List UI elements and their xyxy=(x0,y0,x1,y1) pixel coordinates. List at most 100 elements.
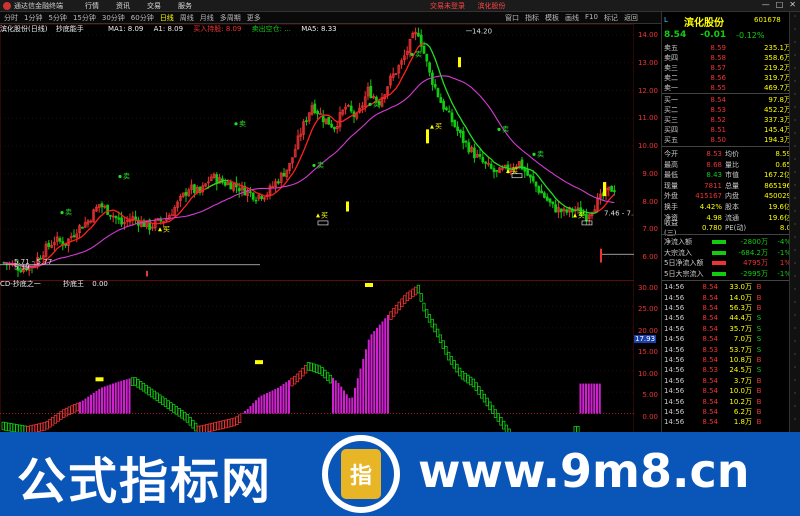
side-tab-icon[interactable]: · xyxy=(790,194,800,207)
side-tab-icon[interactable]: · xyxy=(790,129,800,142)
ask-volume: 358.6万 xyxy=(763,54,791,62)
side-tab-icon[interactable]: · xyxy=(790,12,800,25)
side-tab-icon[interactable]: · xyxy=(790,38,800,51)
indicator-chart[interactable] xyxy=(0,280,634,435)
stat-label: 股本 xyxy=(725,203,739,211)
side-tab-icon[interactable]: · xyxy=(790,389,800,402)
period-tab[interactable]: 多周期 xyxy=(220,13,241,23)
side-tab-icon[interactable]: · xyxy=(790,64,800,77)
flow-value: -2800万 xyxy=(740,238,768,246)
login-status-link[interactable]: 交易未登录 xyxy=(430,2,465,10)
candle-body xyxy=(436,88,440,98)
period-tab[interactable]: 5分钟 xyxy=(48,13,66,23)
minimize-icon[interactable]: — xyxy=(762,0,770,9)
side-tab-icon[interactable]: · xyxy=(790,181,800,194)
tool-button[interactable]: F10 xyxy=(585,13,598,23)
menu-item-news[interactable]: 资讯 xyxy=(116,1,130,11)
stock-link[interactable]: 滨化股份 xyxy=(478,2,506,10)
side-tab-icon[interactable]: · xyxy=(790,51,800,64)
side-tab-icon[interactable]: · xyxy=(790,233,800,246)
side-tab-icon[interactable]: · xyxy=(790,168,800,181)
side-tab-icon[interactable]: · xyxy=(790,415,800,428)
period-tab[interactable]: 1分钟 xyxy=(24,13,42,23)
sub-indicator-label[interactable]: CD-抄底之一 xyxy=(0,280,41,288)
kline-chart[interactable]: 14.205.395.71 - 5.777.46 - 7.55卖卖卖卖卖卖卖卖买… xyxy=(0,24,634,281)
tool-button[interactable]: 画线 xyxy=(565,13,579,23)
side-tab-icon[interactable]: · xyxy=(790,376,800,389)
side-tab-icon[interactable]: · xyxy=(790,116,800,129)
side-tab-icon[interactable]: · xyxy=(790,77,800,90)
stat-row: 换手 4.42% 股本 19.6亿 xyxy=(662,202,793,212)
bid-label: 买五 xyxy=(664,136,678,144)
side-tab-icon[interactable]: · xyxy=(790,259,800,272)
buy-hold-value: 买入持股: 8.09 xyxy=(193,25,242,33)
period-tab[interactable]: 更多 xyxy=(247,13,261,23)
indicator-box xyxy=(136,379,140,388)
side-tab-icon[interactable]: · xyxy=(790,363,800,376)
period-tab[interactable]: 周线 xyxy=(180,13,194,23)
indicator-bar xyxy=(241,412,244,414)
indicator-box xyxy=(48,418,52,428)
candle-body xyxy=(529,174,532,178)
side-tab-icon[interactable]: · xyxy=(790,220,800,233)
tick-time: 14:56 xyxy=(664,345,685,354)
indicator-bar xyxy=(274,389,277,414)
tool-button[interactable]: 返回 xyxy=(624,13,638,23)
side-tab-icon[interactable]: · xyxy=(790,246,800,259)
period-tab[interactable]: 分时 xyxy=(4,13,18,23)
indicator-bar xyxy=(266,393,268,414)
period-tab[interactable]: 30分钟 xyxy=(102,13,125,23)
side-tab-icon[interactable]: · xyxy=(790,103,800,116)
side-tab-icon[interactable]: · xyxy=(790,402,800,415)
side-tab-icon[interactable]: · xyxy=(790,350,800,363)
tick-volume: 10.0万 xyxy=(729,387,752,396)
candle-body xyxy=(534,181,538,187)
flow-value: -684.2万 xyxy=(738,248,768,257)
menu-item-trade[interactable]: 交易 xyxy=(147,1,161,11)
tool-button[interactable]: 窗口 xyxy=(505,13,519,23)
stat-value: 19.6亿 xyxy=(768,203,791,211)
period-tab[interactable]: 月线 xyxy=(200,13,214,23)
period-tab[interactable]: 15分钟 xyxy=(73,13,96,23)
indicator-bar xyxy=(277,387,279,414)
side-tab-icon[interactable]: · xyxy=(790,25,800,38)
tick-price: 8.54 xyxy=(702,335,718,344)
side-tab-icon[interactable]: · xyxy=(790,285,800,298)
period-tab[interactable]: 60分钟 xyxy=(131,13,154,23)
side-tab-icon[interactable]: · xyxy=(790,90,800,103)
side-tab-icon[interactable]: · xyxy=(790,324,800,337)
tool-button[interactable]: 指标 xyxy=(525,13,539,23)
side-tab-icon[interactable]: · xyxy=(790,298,800,311)
side-tab-icon[interactable]: · xyxy=(790,142,800,155)
formula-name[interactable]: 抄底能手 xyxy=(56,25,84,33)
stat-value: 415167 xyxy=(695,192,722,201)
period-tab[interactable]: 日线 xyxy=(160,13,174,23)
candle-body xyxy=(330,123,333,128)
side-tab-icon[interactable]: · xyxy=(790,311,800,324)
menu-item-service[interactable]: 服务 xyxy=(178,1,192,11)
candle-body xyxy=(431,72,434,85)
side-tab-icon[interactable]: · xyxy=(790,207,800,220)
ask-volume: 319.7万 xyxy=(763,74,791,82)
maximize-icon[interactable]: □ xyxy=(776,0,784,9)
indicator-box xyxy=(304,364,308,374)
tick-side: B xyxy=(756,293,762,302)
tick-side: B xyxy=(756,283,762,292)
tool-button[interactable]: 标记 xyxy=(604,13,618,23)
candle-body xyxy=(495,169,499,172)
tick-row: 14:56 8.54 10.2万 B xyxy=(662,396,793,406)
side-tab-icon[interactable]: · xyxy=(790,155,800,168)
side-tab-icon[interactable]: · xyxy=(790,272,800,285)
indicator-box xyxy=(177,408,181,417)
tick-price: 8.54 xyxy=(702,303,718,312)
menu-item-market[interactable]: 行情 xyxy=(85,1,99,11)
side-tab-icon[interactable]: · xyxy=(790,337,800,350)
indicator-axis-label: 30.00 xyxy=(637,284,658,292)
signal-box xyxy=(581,220,593,226)
tick-time: 14:56 xyxy=(664,355,685,364)
tool-button[interactable]: 模板 xyxy=(545,13,559,23)
tick-row: 14:56 8.53 53.7万 S xyxy=(662,344,793,354)
price-axis-label: 7.00 xyxy=(642,225,658,234)
close-icon[interactable]: ✕ xyxy=(789,0,796,9)
ask-row: 卖三 8.57 219.2万 xyxy=(662,63,793,73)
